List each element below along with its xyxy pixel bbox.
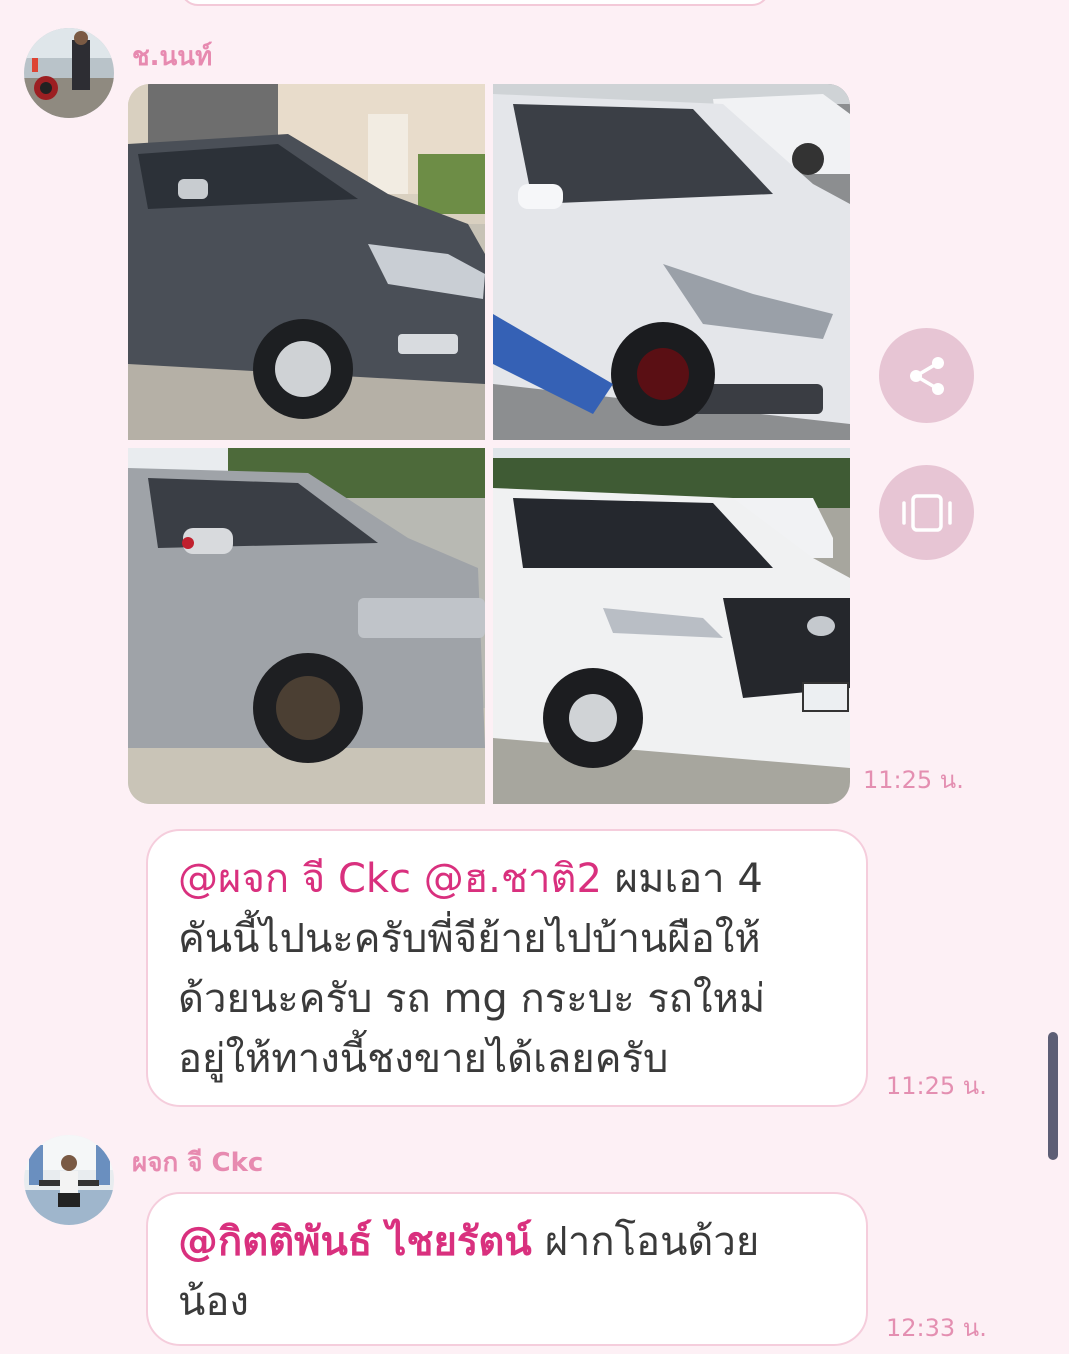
message-text: อยู่ให้ทางนี้ชงขายได้เลยครับ: [178, 1036, 669, 1082]
message-time: 11:25 น.: [863, 766, 964, 794]
photo-car-4[interactable]: [493, 448, 850, 804]
photo-car-2[interactable]: [493, 84, 850, 440]
photo-album[interactable]: [128, 84, 850, 804]
sender-name: ผจก จี Ckc: [132, 1148, 264, 1178]
message-text: ด้วยนะครับ รถ mg กระบะ รถใหม่: [178, 976, 766, 1022]
view-album-button[interactable]: [879, 465, 974, 560]
message-bubble[interactable]: @ผจก จี Ckc @ฮ.ชาติ2 ผมเอา 4 คันนี้ไปนะค…: [146, 829, 868, 1107]
photo-car-1[interactable]: [128, 84, 485, 440]
message-line: @ผจก จี Ckc @ฮ.ชาติ2 ผมเอา 4: [178, 849, 866, 909]
sender-name: ช.นนท์: [132, 42, 213, 72]
message-text: ฝากโอนด้วย: [544, 1219, 760, 1265]
message-text: คันนี้ไปนะครับพี่จีย้ายไปบ้านผือให้: [178, 916, 761, 962]
sender-avatar[interactable]: [24, 28, 114, 118]
previous-message-bubble: [180, 0, 770, 6]
scrollbar[interactable]: [1048, 1032, 1058, 1160]
message-text: น้อง: [178, 1279, 249, 1325]
photo-car-3[interactable]: [128, 448, 485, 804]
message-time: 12:33 น.: [886, 1314, 987, 1342]
message-bubble[interactable]: @กิตติพันธ์ ไชยรัตน์ ฝากโอนด้วย น้อง: [146, 1192, 868, 1346]
message-line: @กิตติพันธ์ ไชยรัตน์ ฝากโอนด้วย: [178, 1212, 866, 1272]
message-text: ผมเอา 4: [614, 856, 763, 902]
mention-link[interactable]: @ฮ.ชาติ2: [424, 856, 602, 902]
view-album-icon: [901, 493, 952, 532]
share-icon: [909, 356, 944, 395]
mention-link[interactable]: @ผจก จี Ckc: [178, 856, 411, 902]
message-time: 11:25 น.: [886, 1072, 987, 1100]
sender-avatar[interactable]: [24, 1135, 114, 1225]
mention-link[interactable]: @กิตติพันธ์ ไชยรัตน์: [178, 1219, 532, 1265]
share-button[interactable]: [879, 328, 974, 423]
